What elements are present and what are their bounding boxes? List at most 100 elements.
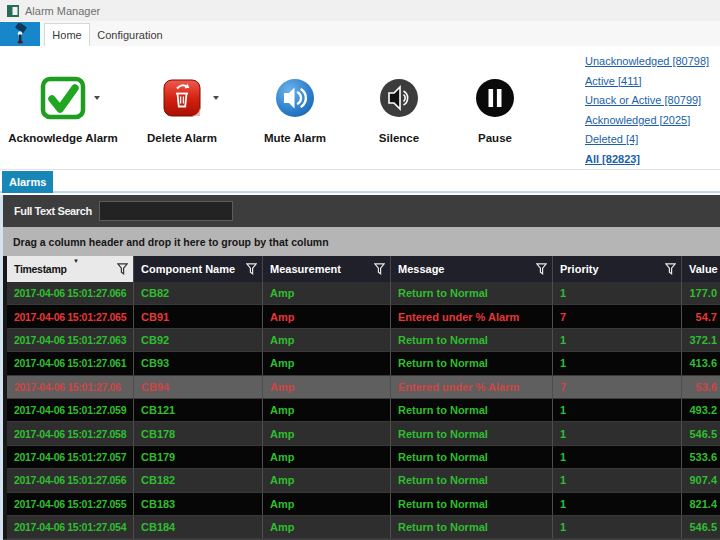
cell-timestamp: 2017-04-06 15:01:27.054 [7,516,134,538]
cell-measurement: Amp [263,516,391,538]
full-text-search-input[interactable] [99,201,233,221]
cell-priority: 1 [553,493,682,515]
component-name-filter-icon[interactable] [246,263,257,275]
acknowledge-dropdown-arrow[interactable] [94,96,100,100]
alarms-tab-strip: Alarms [0,170,720,193]
alarm-row[interactable]: 2017-04-06 15:01:27.059CB121AmpReturn to… [7,399,720,422]
measurement-filter-icon[interactable] [374,263,385,275]
cell-timestamp: 2017-04-06 15:01:27.066 [7,282,134,304]
cell-timestamp: 2017-04-06 15:01:27.055 [7,493,134,515]
cell-timestamp: 2017-04-06 15:01:27.061 [7,352,134,374]
alarm-row[interactable]: 2017-04-06 15:01:27.055CB183AmpReturn to… [7,493,720,516]
delete-dropdown-arrow[interactable] [213,96,219,100]
alarm-row[interactable]: 2017-04-06 15:01:27.063CB92AmpReturn to … [7,329,720,352]
cell-measurement: Amp [263,376,391,398]
cell-value: 54.7 [682,305,720,327]
mute-speaker-icon [275,78,315,118]
link-acknowledged[interactable]: Acknowledged [2025] [585,111,709,131]
cell-message: Return to Normal [391,469,553,491]
cell-priority: 7 [553,305,682,327]
cell-measurement: Amp [263,469,391,491]
acknowledge-check-icon [40,76,86,120]
cell-message: Return to Normal [391,352,553,374]
tab-alarms-label: Alarms [9,176,46,188]
cell-value: 821.4 [682,493,720,515]
column-header-message[interactable]: Message [391,256,553,282]
alarm-manager-window: Alarm Manager Home Configuration Acknowl… [0,0,720,540]
mute-alarm-button[interactable]: Mute Alarm [243,68,347,144]
cell-message: Return to Normal [391,422,553,444]
app-menu-icon [9,23,31,45]
cell-component: CB179 [134,446,263,468]
tab-configuration-label: Configuration [97,29,162,41]
pause-label: Pause [478,132,512,144]
cell-component: CB121 [134,399,263,421]
cell-timestamp: 2017-04-06 15:01:27.057 [7,446,134,468]
alarm-row[interactable]: 2017-04-06 15:01:27.054CB184AmpReturn to… [7,516,720,539]
delete-alarm-label: Delete Alarm [147,132,217,144]
alarm-row[interactable]: 2017-04-06 15:01:27.058CB178AmpReturn to… [7,422,720,445]
cell-value: 53.6 [682,376,720,398]
cell-measurement: Amp [263,282,391,304]
alarms-panel: Full Text Search Drag a column header an… [0,195,720,540]
delete-trash-icon [163,78,201,118]
cell-timestamp: 2017-04-06 15:01:27.063 [7,329,134,351]
full-text-search-row: Full Text Search [3,195,720,227]
tab-configuration[interactable]: Configuration [92,23,168,46]
tab-home[interactable]: Home [44,23,90,46]
column-header-message-label: Message [398,263,444,275]
link-unack-or-active[interactable]: Unack or Active [80799] [585,91,709,111]
cell-component: CB183 [134,493,263,515]
cell-priority: 1 [553,469,682,491]
cell-priority: 1 [553,329,682,351]
cell-message: Return to Normal [391,493,553,515]
alarm-row[interactable]: 2017-04-06 15:01:27.066CB82AmpReturn to … [7,282,720,305]
column-header-priority[interactable]: Priority [553,256,682,282]
cell-value: 177.0 [682,282,720,304]
cell-component: CB82 [134,282,263,304]
link-all[interactable]: All [82823] [585,150,709,170]
cell-priority: 1 [553,446,682,468]
alarm-row[interactable]: 2017-04-06 15:01:27.061CB93AmpReturn to … [7,352,720,375]
pause-icon [475,78,515,118]
column-header-measurement[interactable]: Measurement [263,256,391,282]
silence-label: Silence [379,132,419,144]
sort-descending-icon: ▼ [73,258,79,264]
cell-value: 533.6 [682,446,720,468]
timestamp-filter-icon[interactable] [117,263,128,275]
alarm-row[interactable]: 2017-04-06 15:01:27.065CB91AmpEntered un… [7,305,720,328]
full-text-search-label: Full Text Search [14,205,92,217]
column-header-component-name[interactable]: Component Name [134,256,263,282]
column-header-timestamp[interactable]: Timestamp ▼ [7,256,134,282]
column-header-priority-label: Priority [560,263,599,275]
pause-button[interactable]: Pause [443,68,547,144]
cell-component: CB178 [134,422,263,444]
link-active[interactable]: Active [411] [585,72,709,92]
cell-value: 413.6 [682,352,720,374]
tab-alarms[interactable]: Alarms [2,171,53,193]
tab-home-label: Home [52,29,81,41]
group-by-drop-zone[interactable]: Drag a column header and drop it here to… [3,227,720,256]
alarm-row[interactable]: 2017-04-06 15:01:27.06CB94AmpEntered und… [7,376,720,399]
column-header-value[interactable]: Value [682,256,720,282]
ribbon-tab-bar: Home Configuration [0,21,720,46]
message-filter-icon[interactable] [536,263,547,275]
app-window-icon [7,5,19,17]
alarm-row[interactable]: 2017-04-06 15:01:27.056CB182AmpReturn to… [7,469,720,492]
link-unacknowledged[interactable]: Unacknowledged [80798] [585,52,709,72]
cell-priority: 1 [553,422,682,444]
acknowledge-alarm-button[interactable]: Acknowledge Alarm [8,68,118,144]
mute-alarm-label: Mute Alarm [264,132,326,144]
priority-filter-icon[interactable] [665,263,676,275]
delete-alarm-button[interactable]: Delete Alarm [130,68,234,144]
link-deleted[interactable]: Deleted [4] [585,130,709,150]
alarms-table-body: 2017-04-06 15:01:27.066CB82AmpReturn to … [7,282,720,539]
cell-message: Return to Normal [391,446,553,468]
silence-button[interactable]: Silence [347,68,451,144]
cell-component: CB91 [134,305,263,327]
alarm-row[interactable]: 2017-04-06 15:01:27.057CB179AmpReturn to… [7,446,720,469]
application-menu-button[interactable] [0,22,40,46]
silence-speaker-icon [379,78,419,118]
cell-component: CB94 [134,376,263,398]
cell-value: 907.4 [682,469,720,491]
